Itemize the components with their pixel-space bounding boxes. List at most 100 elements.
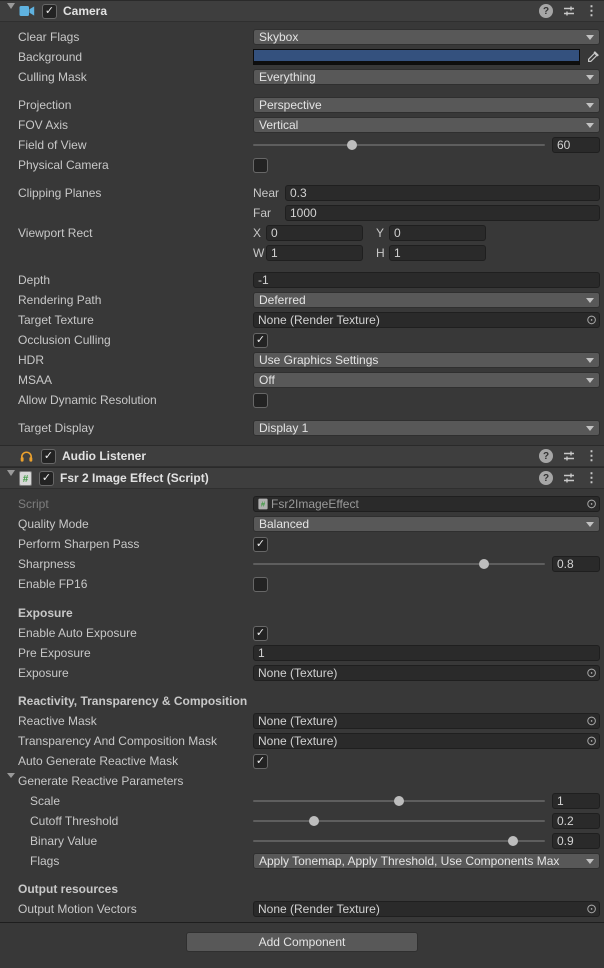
enable-fp16-row: Enable FP16 xyxy=(0,574,604,594)
binary-value-input[interactable] xyxy=(552,833,600,849)
inspector-footer: Add Component xyxy=(0,922,604,952)
fsr2-enabled-checkbox[interactable]: ✓ xyxy=(39,471,54,486)
viewport-h-input[interactable] xyxy=(389,245,486,261)
target-display-dropdown[interactable]: Display 1 xyxy=(253,420,600,436)
foldout-open-icon[interactable] xyxy=(7,476,15,490)
enable-fp16-checkbox[interactable] xyxy=(253,577,268,592)
target-texture-object-field[interactable]: None (Render Texture) ⊙ xyxy=(253,312,600,328)
viewport-w-input[interactable] xyxy=(266,245,363,261)
object-picker-icon[interactable]: ⊙ xyxy=(586,666,597,680)
transparency-mask-label: Transparency And Composition Mask xyxy=(18,734,253,748)
clear-flags-dropdown[interactable]: Skybox xyxy=(253,29,600,45)
physical-camera-checkbox[interactable] xyxy=(253,158,268,173)
headphones-icon xyxy=(19,449,34,463)
audio-listener-component-header[interactable]: ✓ Audio Listener ? ⋮ xyxy=(0,445,604,467)
help-icon[interactable]: ? xyxy=(539,471,553,485)
script-icon: # xyxy=(19,471,32,486)
depth-label: Depth xyxy=(18,273,253,287)
camera-component-header[interactable]: ✓ Camera ? ⋮ xyxy=(0,0,604,22)
chevron-down-icon xyxy=(586,522,594,527)
pre-exposure-input[interactable] xyxy=(253,645,600,661)
object-picker-icon[interactable]: ⊙ xyxy=(586,313,597,327)
msaa-dropdown[interactable]: Off xyxy=(253,372,600,388)
inspector-panel: { "icons": { "help": "?", "menu": "⋮", "… xyxy=(0,0,604,968)
object-picker-icon[interactable]: ⊙ xyxy=(586,714,597,728)
perform-sharpen-pass-label: Perform Sharpen Pass xyxy=(18,537,253,551)
presets-icon[interactable] xyxy=(562,449,576,463)
projection-label: Projection xyxy=(18,98,253,112)
reactive-mask-row: Reactive Mask None (Texture) ⊙ xyxy=(0,711,604,731)
quality-mode-dropdown[interactable]: Balanced xyxy=(253,516,600,532)
enable-auto-exposure-checkbox[interactable]: ✓ xyxy=(253,626,268,641)
audio-listener-enabled-checkbox[interactable]: ✓ xyxy=(41,449,56,464)
flags-dropdown[interactable]: Apply Tonemap, Apply Threshold, Use Comp… xyxy=(253,853,600,869)
slider-handle[interactable] xyxy=(309,816,319,826)
viewport-x-input[interactable] xyxy=(266,225,363,241)
generate-reactive-parameters-row[interactable]: Generate Reactive Parameters xyxy=(0,771,604,791)
output-motion-vectors-object-field[interactable]: None (Render Texture) ⊙ xyxy=(253,901,600,917)
help-icon[interactable]: ? xyxy=(539,449,553,463)
slider-handle[interactable] xyxy=(394,796,404,806)
sharpness-input[interactable] xyxy=(552,556,600,572)
presets-icon[interactable] xyxy=(562,4,576,18)
depth-input[interactable] xyxy=(253,272,600,288)
auto-generate-reactive-mask-checkbox[interactable]: ✓ xyxy=(253,754,268,769)
field-of-view-label: Field of View xyxy=(18,138,253,152)
allow-dynamic-resolution-checkbox[interactable] xyxy=(253,393,268,408)
foldout-open-icon[interactable] xyxy=(7,778,15,792)
script-object-field[interactable]: # Fsr2ImageEffect ⊙ xyxy=(253,496,600,512)
chevron-down-icon xyxy=(586,298,594,303)
help-icon[interactable]: ? xyxy=(539,4,553,18)
viewport-y-input[interactable] xyxy=(389,225,486,241)
exposure-object-field[interactable]: None (Texture) ⊙ xyxy=(253,665,600,681)
far-input[interactable] xyxy=(285,205,600,221)
slider-handle[interactable] xyxy=(508,836,518,846)
occlusion-culling-checkbox[interactable]: ✓ xyxy=(253,333,268,348)
slider-handle[interactable] xyxy=(479,559,489,569)
presets-icon[interactable] xyxy=(562,471,576,485)
perform-sharpen-pass-checkbox[interactable]: ✓ xyxy=(253,537,268,552)
kebab-menu-icon[interactable]: ⋮ xyxy=(585,449,598,463)
cutoff-threshold-input[interactable] xyxy=(552,813,600,829)
kebab-menu-icon[interactable]: ⋮ xyxy=(585,471,598,485)
projection-dropdown[interactable]: Perspective xyxy=(253,97,600,113)
reactive-mask-object-field[interactable]: None (Texture) ⊙ xyxy=(253,713,600,729)
scale-slider[interactable] xyxy=(253,793,545,809)
transparency-mask-object-field[interactable]: None (Texture) ⊙ xyxy=(253,733,600,749)
fov-axis-dropdown[interactable]: Vertical xyxy=(253,117,600,133)
depth-row: Depth xyxy=(0,270,604,290)
fsr2-component-header[interactable]: # ✓ Fsr 2 Image Effect (Script) ? ⋮ xyxy=(0,467,604,489)
cutoff-threshold-label: Cutoff Threshold xyxy=(18,814,253,828)
binary-value-slider[interactable] xyxy=(253,833,545,849)
sharpness-slider[interactable] xyxy=(253,556,545,572)
culling-mask-value: Everything xyxy=(259,70,316,84)
field-of-view-input[interactable] xyxy=(552,137,600,153)
object-picker-icon[interactable]: ⊙ xyxy=(586,497,597,511)
background-color-swatch xyxy=(254,50,579,61)
rendering-path-dropdown[interactable]: Deferred xyxy=(253,292,600,308)
near-input[interactable] xyxy=(285,185,600,201)
target-texture-row: Target Texture None (Render Texture) ⊙ xyxy=(0,310,604,330)
slider-handle[interactable] xyxy=(347,140,357,150)
exposure-label: Exposure xyxy=(18,666,253,680)
cutoff-threshold-slider[interactable] xyxy=(253,813,545,829)
viewport-y-label: Y xyxy=(376,226,389,240)
hdr-dropdown[interactable]: Use Graphics Settings xyxy=(253,352,600,368)
physical-camera-row: Physical Camera xyxy=(0,155,604,175)
eyedropper-icon[interactable] xyxy=(585,49,600,65)
object-picker-icon[interactable]: ⊙ xyxy=(586,734,597,748)
field-of-view-slider[interactable] xyxy=(253,137,545,153)
background-color-field[interactable] xyxy=(253,49,580,65)
add-component-button[interactable]: Add Component xyxy=(186,932,418,952)
camera-enabled-checkbox[interactable]: ✓ xyxy=(42,4,57,19)
clear-flags-row: Clear Flags Skybox xyxy=(0,27,604,47)
culling-mask-dropdown[interactable]: Everything xyxy=(253,69,600,85)
kebab-menu-icon[interactable]: ⋮ xyxy=(585,4,598,18)
object-picker-icon[interactable]: ⊙ xyxy=(586,902,597,916)
chevron-down-icon xyxy=(586,123,594,128)
clipping-planes-far-row: Far xyxy=(0,203,604,223)
scale-input[interactable] xyxy=(552,793,600,809)
exposure-value: None (Texture) xyxy=(258,666,337,680)
foldout-open-icon[interactable] xyxy=(7,9,15,23)
allow-dynamic-resolution-row: Allow Dynamic Resolution xyxy=(0,390,604,410)
